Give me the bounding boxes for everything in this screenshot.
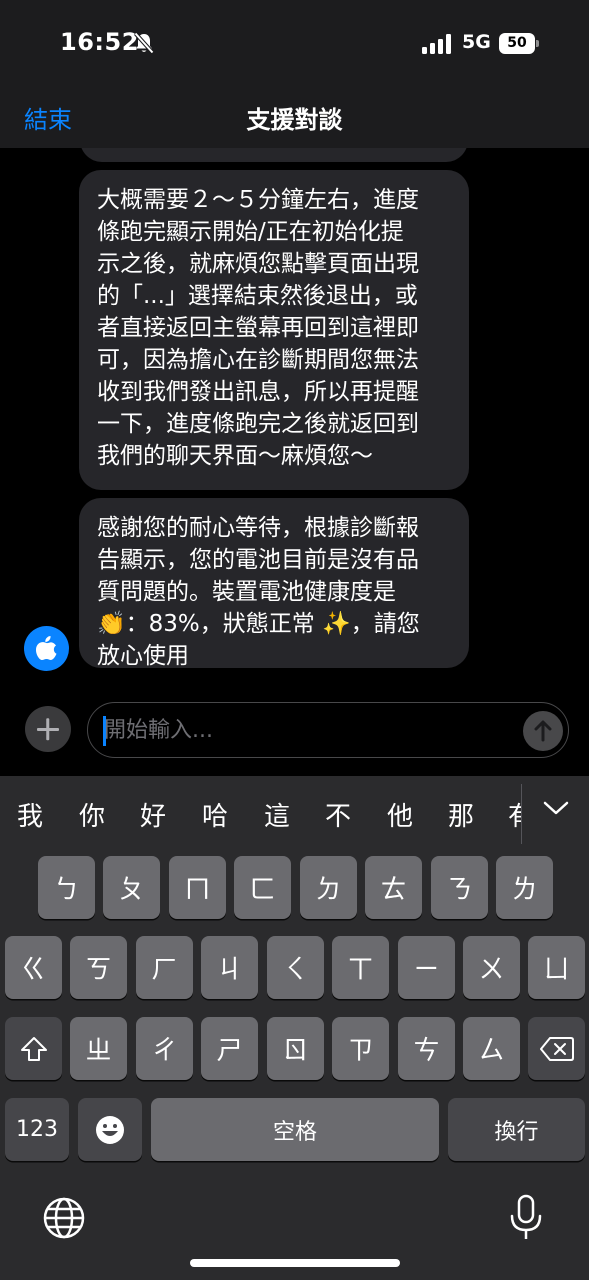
message-line: 收到我們發出訊息，所以再提醒 xyxy=(97,379,419,405)
key-f[interactable]: ㄈ xyxy=(234,856,291,919)
message-bubble: 感謝您的耐心等待，根據診斷報 告顯示，您的電池目前是沒有品 質問題的。裝置電池健… xyxy=(79,498,469,669)
key-h[interactable]: ㄏ xyxy=(136,936,193,999)
key-z[interactable]: ㄗ xyxy=(332,1017,389,1080)
message-line: 一下，進度條跑完之後就返回到 xyxy=(97,411,419,437)
key-g[interactable]: ㄍ xyxy=(5,936,62,999)
candidate-item[interactable]: 那 xyxy=(448,796,474,833)
shift-icon xyxy=(20,1036,47,1061)
message-line: 👏：83%，狀態正常 ✨，請您 xyxy=(97,611,420,637)
key-b[interactable]: ㄅ xyxy=(38,856,95,919)
candidate-item[interactable]: 哈 xyxy=(202,796,228,833)
message-line: 的「...」選擇結束然後退出，或 xyxy=(97,283,418,309)
message-line: 我們的聊天界面～麻煩您～ xyxy=(97,443,373,469)
delete-key[interactable] xyxy=(528,1017,585,1080)
chevron-down-icon[interactable] xyxy=(536,790,576,826)
globe-icon[interactable] xyxy=(42,1196,86,1240)
backspace-icon xyxy=(539,1036,574,1061)
candidate-divider xyxy=(521,784,522,844)
message-line: 告顯示，您的電池目前是沒有品 xyxy=(97,547,419,573)
candidate-item[interactable]: 好 xyxy=(140,796,166,833)
page-title: 支援對談 xyxy=(246,106,343,134)
key-i[interactable]: ㄧ xyxy=(398,936,455,999)
key-zh[interactable]: ㄓ xyxy=(70,1017,127,1080)
battery-icon: 50 xyxy=(499,33,539,55)
silent-bell-icon xyxy=(134,32,154,54)
network-type: 5G xyxy=(462,31,491,53)
key-j[interactable]: ㄐ xyxy=(201,936,258,999)
home-indicator[interactable] xyxy=(190,1259,400,1267)
zhuyin-keyboard: 我 你 好 哈 這 不 他 那 有 ㄅ ㄆ ㄇ ㄈ ㄉ ㄊ ㄋ ㄌ ㄍ ㄎ ㄏ … xyxy=(0,776,589,1280)
emoji-icon xyxy=(96,1115,124,1144)
add-attachment-button[interactable] xyxy=(25,706,71,752)
message-line: 大概需要２～５分鐘左右，進度 xyxy=(97,187,419,213)
key-p[interactable]: ㄆ xyxy=(103,856,160,919)
arrow-up-icon xyxy=(534,720,552,742)
key-yu[interactable]: ㄩ xyxy=(528,936,585,999)
message-input-field[interactable] xyxy=(87,702,569,758)
key-r[interactable]: ㄖ xyxy=(267,1017,324,1080)
key-s[interactable]: ㄙ xyxy=(463,1017,520,1080)
key-k[interactable]: ㄎ xyxy=(70,936,127,999)
candidate-bar: 我 你 好 哈 這 不 他 那 有 xyxy=(0,776,589,854)
key-t[interactable]: ㄊ xyxy=(365,856,422,919)
chat-area[interactable]: 大概需要２～５分鐘左右，進度 條跑完顯示開始/正在初始化提 示之後，就麻煩您點擊… xyxy=(0,148,589,688)
message-line: 示之後，就麻煩您點擊頁面出現 xyxy=(97,251,419,277)
candidate-item[interactable]: 你 xyxy=(79,796,105,833)
apple-support-avatar xyxy=(24,626,69,671)
candidate-item[interactable]: 不 xyxy=(325,796,351,833)
numbers-key[interactable]: 123 xyxy=(5,1098,69,1161)
space-key[interactable]: 空格 xyxy=(151,1098,439,1161)
return-key[interactable]: 換行 xyxy=(448,1098,585,1161)
composer xyxy=(0,688,589,776)
message-line: 可，因為擔心在診斷期間您無法 xyxy=(97,347,419,373)
message-line: 感謝您的耐心等待，根據診斷報 xyxy=(97,515,419,541)
message-bubble: 大概需要２～５分鐘左右，進度 條跑完顯示開始/正在初始化提 示之後，就麻煩您點擊… xyxy=(79,170,469,490)
message-line: 放心使用 xyxy=(97,643,189,669)
message-line: 質問題的。裝置電池健康度是 xyxy=(97,579,396,605)
status-time: 16:52 xyxy=(60,28,139,56)
key-x[interactable]: ㄒ xyxy=(332,936,389,999)
microphone-icon[interactable] xyxy=(508,1194,544,1242)
key-c[interactable]: ㄘ xyxy=(398,1017,455,1080)
candidate-item[interactable]: 我 xyxy=(17,796,43,833)
top-bar: 16:52 5G 50 結束 支援對談 xyxy=(0,0,589,148)
apple-logo-icon xyxy=(36,636,57,660)
status-bar: 16:52 5G 50 xyxy=(0,0,589,88)
shift-key[interactable] xyxy=(5,1017,62,1080)
message-line: 條跑完顯示開始/正在初始化提 xyxy=(97,219,404,245)
cellular-signal-icon xyxy=(422,34,451,54)
key-ch[interactable]: ㄔ xyxy=(136,1017,193,1080)
candidate-item[interactable]: 他 xyxy=(387,796,413,833)
message-input[interactable] xyxy=(104,713,504,747)
candidate-item[interactable]: 有 xyxy=(508,796,521,833)
key-l[interactable]: ㄌ xyxy=(496,856,553,919)
key-q[interactable]: ㄑ xyxy=(267,936,324,999)
key-u[interactable]: ㄨ xyxy=(463,936,520,999)
candidate-item[interactable]: 這 xyxy=(264,796,290,833)
key-sh[interactable]: ㄕ xyxy=(201,1017,258,1080)
key-d[interactable]: ㄉ xyxy=(300,856,357,919)
message-bubble-previous xyxy=(80,148,468,162)
message-line: 者直接返回主螢幕再回到這裡即 xyxy=(97,315,419,341)
send-button[interactable] xyxy=(523,711,563,751)
battery-level: 50 xyxy=(499,33,535,54)
key-m[interactable]: ㄇ xyxy=(169,856,226,919)
key-n[interactable]: ㄋ xyxy=(431,856,488,919)
emoji-key[interactable] xyxy=(78,1098,142,1161)
